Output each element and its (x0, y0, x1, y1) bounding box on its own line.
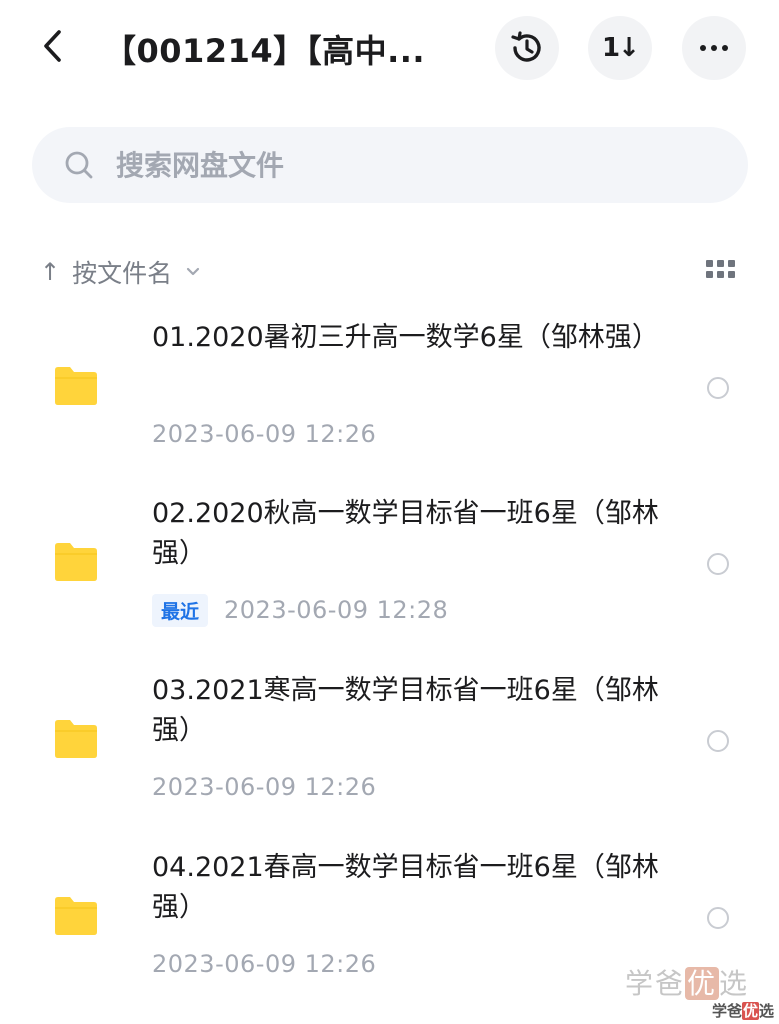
recent-badge: 最近 (152, 593, 209, 627)
file-name: 01.2020暑初三升高一数学6星（邹林强） (152, 322, 659, 353)
back-button[interactable] (28, 22, 76, 70)
sort-direction-icon: ↑ (40, 258, 61, 286)
file-date: 2023-06-09 12:26 (152, 420, 377, 448)
folder-icon (55, 543, 97, 581)
file-browser-page: 【001214】【高中... 1↓ ↑ (0, 0, 779, 1024)
chevron-left-icon (44, 30, 61, 62)
file-date: 2023-06-09 12:28 (224, 596, 449, 624)
grid-view-icon[interactable] (706, 260, 735, 282)
folder-icon (55, 367, 97, 405)
sort-by-name-dropdown[interactable]: ↑ 按文件名 (40, 250, 200, 294)
file-date: 2023-06-09 12:26 (152, 773, 377, 801)
file-meta: 2023-06-09 12:26 (152, 417, 376, 451)
list-item[interactable]: 03.2021寒高一数学目标省一班6星（邹林强） 2023-06-09 12:2… (0, 671, 779, 831)
history-button[interactable] (495, 16, 559, 80)
file-meta: 2023-06-09 12:26 (152, 947, 376, 981)
file-name: 04.2021春高一数学目标省一班6星（邹林强） (152, 852, 659, 923)
file-date: 2023-06-09 12:26 (152, 950, 377, 978)
search-bar[interactable] (32, 127, 748, 203)
select-radio[interactable] (707, 377, 729, 399)
watermark-logo: 学爸优选 (625, 967, 750, 1000)
file-meta: 2023-06-09 12:26 (152, 770, 376, 804)
top-bar: 【001214】【高中... 1↓ (0, 0, 779, 96)
select-radio[interactable] (707, 730, 729, 752)
file-meta: 最近 2023-06-09 12:28 (152, 593, 448, 627)
list-item[interactable]: 02.2020秋高一数学目标省一班6星（邹林强） 最近 2023-06-09 1… (0, 494, 779, 654)
watermark-logo-small: 学爸优选 (712, 1002, 775, 1020)
more-horizontal-icon (700, 45, 728, 51)
sort-label: 按文件名 (72, 259, 173, 288)
folder-icon (55, 897, 97, 935)
select-radio[interactable] (707, 907, 729, 929)
file-name: 03.2021寒高一数学目标省一班6星（邹林强） (152, 675, 659, 746)
sort-order-icon: 1↓ (602, 33, 640, 63)
search-icon (62, 148, 96, 182)
sort-order-button[interactable]: 1↓ (588, 16, 652, 80)
folder-icon (55, 720, 97, 758)
search-input[interactable] (114, 147, 678, 183)
more-button[interactable] (682, 16, 746, 80)
select-radio[interactable] (707, 553, 729, 575)
history-icon (511, 31, 541, 62)
list-item[interactable]: 01.2020暑初三升高一数学6星（邹林强） 2023-06-09 12:26 (0, 318, 779, 478)
file-name: 02.2020秋高一数学目标省一班6星（邹林强） (152, 498, 659, 569)
page-title: 【001214】【高中... (104, 32, 426, 70)
chevron-down-icon (186, 267, 200, 277)
sort-row: ↑ 按文件名 (40, 250, 740, 294)
